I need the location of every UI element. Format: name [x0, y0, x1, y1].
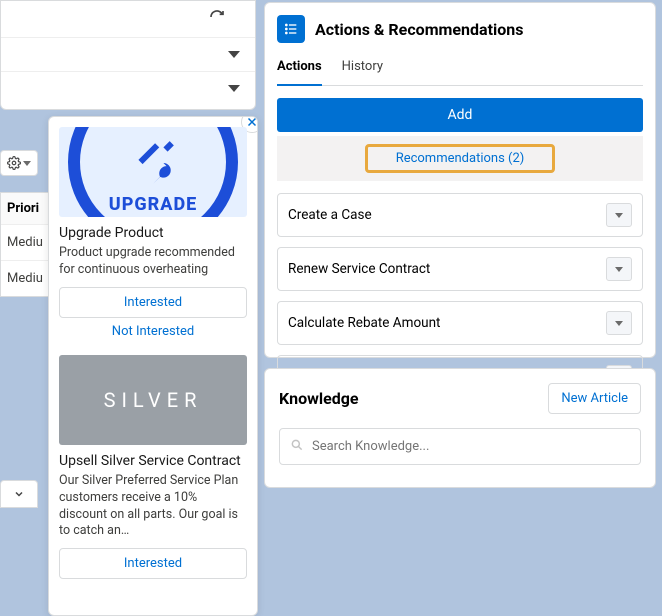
action-item-menu[interactable] — [606, 311, 632, 335]
rec-title: Upsell Silver Service Contract — [59, 453, 247, 469]
recommendations-link[interactable]: Recommendations (2) — [365, 144, 556, 173]
interested-button[interactable]: Interested — [59, 548, 247, 579]
action-item-create-case[interactable]: Create a Case — [277, 193, 643, 237]
priority-table: Priori Mediu Mediu — [0, 192, 50, 297]
interested-button[interactable]: Interested — [59, 287, 247, 318]
rec-title: Upgrade Product — [59, 225, 247, 241]
silver-badge-text: SILVER — [104, 388, 203, 412]
not-interested-link[interactable]: Not Interested — [59, 324, 247, 339]
list-icon — [277, 15, 305, 43]
priority-header: Priori — [1, 193, 49, 224]
action-item-label: Create a Case — [288, 207, 372, 223]
table-row[interactable]: Mediu — [1, 260, 49, 296]
new-article-button[interactable]: New Article — [548, 383, 641, 414]
search-icon — [290, 437, 312, 456]
recommendations-popover: UPGRADE Upgrade Product Product upgrade … — [48, 116, 258, 616]
action-item-renew-contract[interactable]: Renew Service Contract — [277, 247, 643, 291]
silver-image: SILVER — [59, 355, 247, 445]
tab-actions[interactable]: Actions — [277, 53, 322, 86]
upgrade-image: UPGRADE — [59, 127, 247, 217]
action-item-label: Calculate Rebate Amount — [288, 315, 440, 331]
knowledge-title: Knowledge — [279, 389, 359, 408]
left-top-panel — [0, 0, 256, 110]
knowledge-header: Knowledge New Article — [279, 383, 641, 414]
tabs: Actions History — [277, 53, 643, 86]
knowledge-panel: Knowledge New Article — [264, 368, 656, 488]
add-button[interactable]: Add — [277, 98, 643, 132]
refresh-row — [1, 1, 255, 37]
tab-history[interactable]: History — [342, 53, 383, 85]
dropdown-row-1[interactable] — [1, 37, 255, 71]
ar-header: Actions & Recommendations — [277, 15, 643, 43]
action-item-menu[interactable] — [606, 257, 632, 281]
action-item-calculate-rebate[interactable]: Calculate Rebate Amount — [277, 301, 643, 345]
ar-title: Actions & Recommendations — [315, 20, 523, 39]
search-input[interactable] — [312, 439, 630, 454]
rec-description: Product upgrade recommended for continuo… — [59, 245, 247, 279]
settings-button[interactable] — [0, 150, 38, 176]
rec-description: Our Silver Preferred Service Plan custom… — [59, 473, 247, 541]
action-item-menu[interactable] — [606, 203, 632, 227]
action-item-label: Renew Service Contract — [288, 261, 430, 277]
knowledge-search[interactable] — [279, 428, 641, 465]
actions-recommendations-panel: Actions & Recommendations Actions Histor… — [264, 2, 656, 358]
dropdown-row-2[interactable] — [1, 71, 255, 105]
refresh-icon[interactable] — [209, 9, 225, 29]
upgrade-badge-text: UPGRADE — [109, 194, 197, 215]
recommendations-bar: Recommendations (2) — [277, 136, 643, 181]
expand-button[interactable] — [0, 480, 38, 508]
table-row[interactable]: Mediu — [1, 224, 49, 260]
